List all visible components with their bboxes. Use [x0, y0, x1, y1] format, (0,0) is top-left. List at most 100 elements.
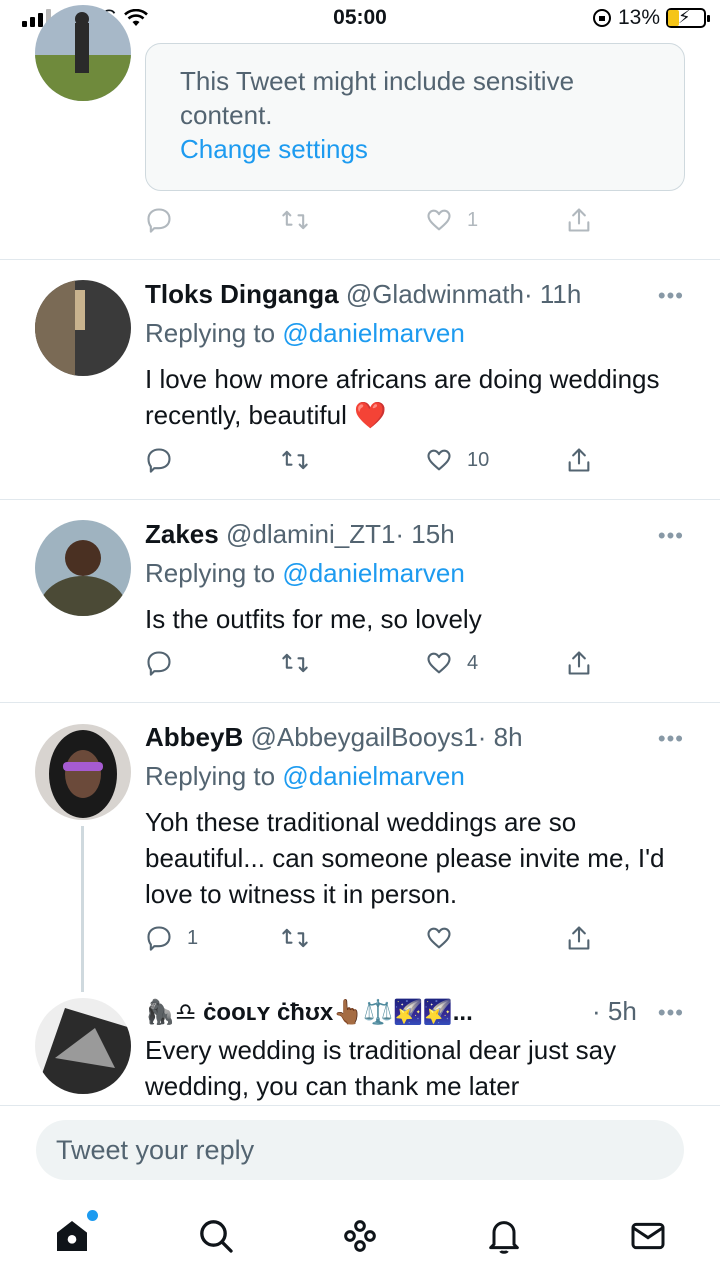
user-handle[interactable]: @AbbeygailBooys1 — [250, 722, 477, 752]
reply-input[interactable]: Tweet your reply — [36, 1120, 684, 1180]
change-settings-link[interactable]: Change settings — [180, 132, 650, 166]
reply-button[interactable]: 1 — [145, 924, 198, 952]
replying-prefix: Replying to — [145, 761, 276, 791]
share-button[interactable] — [565, 206, 593, 234]
avatar[interactable] — [35, 998, 131, 1094]
retweet-button[interactable] — [281, 206, 309, 234]
more-options-icon[interactable]: ••• — [658, 523, 684, 549]
reply-icon — [147, 926, 171, 951]
reply-button[interactable] — [145, 206, 173, 234]
heart-icon — [427, 652, 451, 674]
thread-connector — [81, 826, 84, 992]
heart-icon — [427, 209, 451, 231]
tab-home[interactable] — [52, 1210, 98, 1260]
bottom-tab-bar — [0, 1200, 720, 1280]
retweet-icon — [282, 450, 308, 470]
tab-search[interactable] — [196, 1216, 240, 1260]
battery-icon: ⚡ — [666, 7, 710, 28]
avatar[interactable] — [35, 520, 131, 616]
tab-notifications[interactable] — [484, 1216, 528, 1260]
replying-to: Replying to @danielmarven — [145, 761, 465, 792]
tab-spaces[interactable] — [340, 1216, 384, 1260]
display-name[interactable]: AbbeyB — [145, 722, 243, 752]
tweet-header: Tloks Dinganga @Gladwinmath· 11h — [145, 279, 581, 310]
mention-link[interactable]: @danielmarven — [282, 761, 464, 791]
tweet-header: Zakes @dlamini_ZT1· 15h — [145, 519, 455, 550]
reply-count: 1 — [187, 926, 199, 949]
like-count: 10 — [467, 448, 490, 471]
tweet-text: Is the outfits for me, so lovely — [145, 604, 482, 634]
reply-icon — [147, 208, 171, 233]
replying-prefix: Replying to — [145, 558, 276, 588]
tweet-header: AbbeyB @AbbeygailBooys1· 8h — [145, 722, 523, 753]
like-button[interactable] — [425, 924, 453, 952]
spaces-icon — [344, 1220, 376, 1252]
tab-messages[interactable] — [628, 1216, 672, 1260]
retweet-icon — [282, 928, 308, 948]
retweet-button[interactable] — [281, 446, 309, 474]
retweet-icon — [282, 210, 308, 230]
share-button[interactable] — [565, 924, 593, 952]
tweet-header: 🦍♎ ċᴏᴏʟʏ ċħʊx👆🏾⚖️🌠🌠... — [145, 996, 473, 1027]
replying-to: Replying to @danielmarven — [145, 318, 465, 349]
avatar[interactable] — [35, 5, 131, 101]
tweet-time: · 11h — [523, 279, 582, 309]
battery-percent: 13% — [617, 6, 660, 29]
display-name[interactable]: 🦍♎ ċᴏᴏʟʏ ċħʊx👆🏾⚖️🌠🌠... — [145, 999, 473, 1026]
sensitive-text: This Tweet might include sensitive conte… — [180, 66, 575, 130]
heart-icon — [427, 927, 451, 949]
reply-button[interactable] — [145, 446, 173, 474]
tweet-actions: 1 — [145, 924, 605, 956]
replying-prefix: Replying to — [145, 318, 276, 348]
sensitive-content-notice: This Tweet might include sensitive conte… — [145, 43, 685, 191]
reply-button[interactable] — [145, 649, 173, 677]
share-icon — [568, 208, 590, 232]
tweet-actions: 4 — [145, 649, 605, 681]
divider — [0, 1105, 720, 1106]
like-button[interactable]: 4 — [425, 649, 478, 677]
display-name[interactable]: Zakes — [145, 519, 219, 549]
search-icon — [200, 1220, 233, 1253]
retweet-button[interactable] — [281, 649, 309, 677]
avatar[interactable] — [35, 280, 131, 376]
share-icon — [568, 448, 590, 472]
divider — [0, 702, 720, 703]
mention-link[interactable]: @danielmarven — [282, 558, 464, 588]
tweet-time: · 5h — [592, 996, 637, 1026]
heart-icon — [427, 449, 451, 471]
notification-dot — [87, 1210, 98, 1221]
reply-icon — [147, 448, 171, 473]
reply-placeholder: Tweet your reply — [56, 1134, 255, 1165]
tweet-actions: 1 — [145, 206, 605, 238]
status-right: 13% ⚡ — [592, 6, 710, 30]
share-button[interactable] — [565, 446, 593, 474]
divider — [0, 499, 720, 500]
tweet-actions: 10 — [145, 446, 605, 478]
messages-icon — [631, 1222, 665, 1250]
home-icon — [57, 1221, 87, 1251]
more-options-icon[interactable]: ••• — [658, 726, 684, 752]
divider — [0, 259, 720, 260]
retweet-icon — [282, 653, 308, 673]
more-options-icon[interactable]: ••• — [658, 1000, 684, 1026]
user-handle[interactable]: @Gladwinmath — [346, 279, 524, 309]
like-count: 4 — [467, 651, 479, 674]
mention-link[interactable]: @danielmarven — [282, 318, 464, 348]
orientation-lock-icon — [592, 9, 611, 27]
retweet-button[interactable] — [281, 924, 309, 952]
replying-to: Replying to @danielmarven — [145, 558, 465, 589]
more-options-icon[interactable]: ••• — [658, 283, 684, 309]
share-button[interactable] — [565, 649, 593, 677]
share-icon — [568, 651, 590, 675]
tweet-text: Yoh these traditional weddings are so be… — [145, 807, 665, 909]
display-name[interactable]: Tloks Dinganga — [145, 279, 339, 309]
tweet-time: · 8h — [477, 722, 523, 752]
reply-icon — [147, 651, 171, 676]
avatar[interactable] — [35, 724, 131, 820]
user-handle[interactable]: @dlamini_ZT1 — [226, 519, 395, 549]
like-button[interactable]: 10 — [425, 446, 489, 474]
notifications-icon — [489, 1221, 519, 1254]
share-icon — [568, 926, 590, 950]
like-button[interactable]: 1 — [425, 206, 478, 234]
tweet-text: I love how more africans are doing weddi… — [145, 364, 660, 430]
